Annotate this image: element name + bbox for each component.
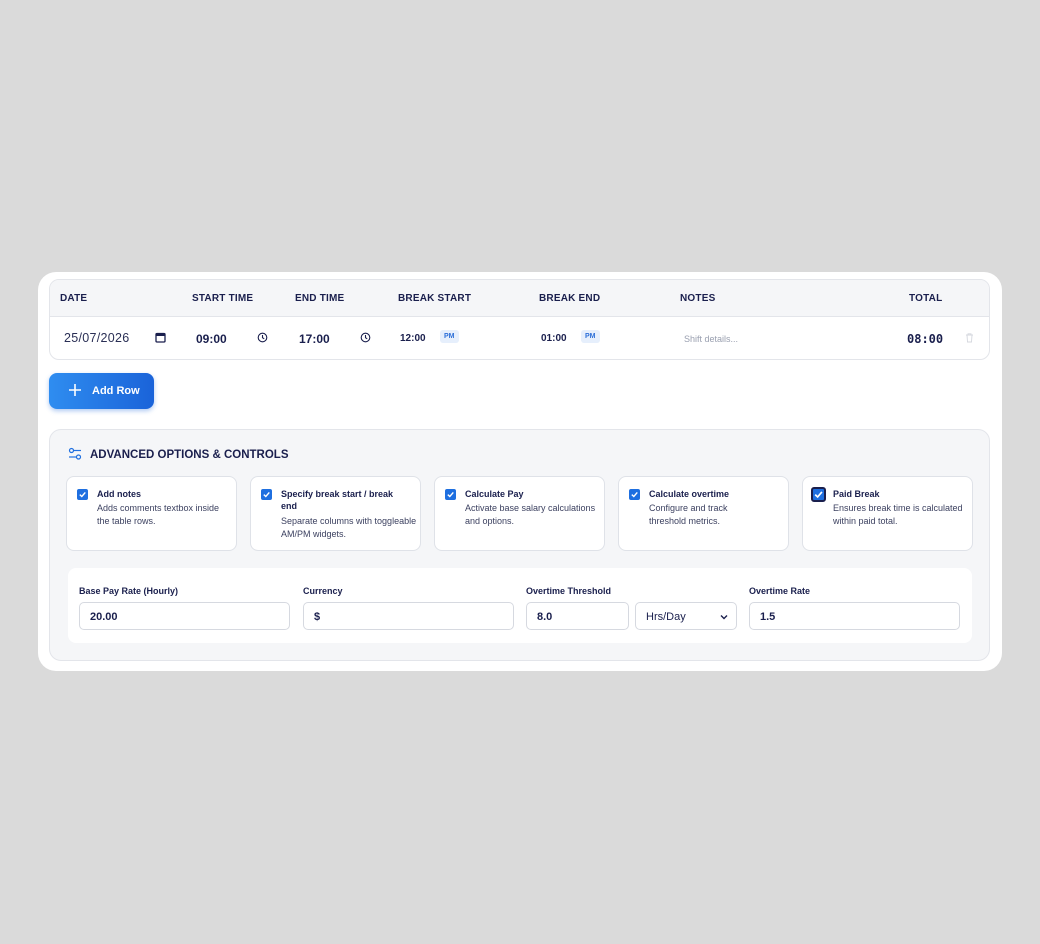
clock-icon[interactable] (360, 332, 371, 343)
specify-break-checkbox[interactable] (261, 489, 272, 500)
break-end-input[interactable]: 01:00 (541, 333, 567, 344)
option-title: Specify break start / break end (281, 489, 394, 511)
base-pay-input[interactable]: 20.00 (79, 602, 290, 630)
option-add-notes[interactable]: Add notes Adds comments textbox inside t… (66, 476, 237, 551)
option-description: Configure and track threshold metrics. (649, 503, 728, 526)
calculate-pay-checkbox[interactable] (445, 489, 456, 500)
option-description: Adds comments textbox inside the table r… (97, 503, 220, 526)
break-start-input[interactable]: 12:00 (400, 333, 426, 344)
start-time-input[interactable]: 09:00 (196, 332, 227, 346)
advanced-options-panel: ADVANCED OPTIONS & CONTROLS Add notes Ad… (49, 429, 990, 661)
pay-rates-section: Base Pay Rate (Hourly) 20.00 Currency $ … (68, 568, 972, 643)
header-end-time: END TIME (295, 293, 345, 304)
check-icon (631, 491, 638, 498)
base-pay-label: Base Pay Rate (Hourly) (79, 586, 179, 596)
sliders-icon (68, 447, 82, 460)
overtime-threshold-value: 8.0 (537, 611, 553, 623)
currency-value: $ (314, 611, 321, 623)
overtime-threshold-label: Overtime Threshold (526, 586, 612, 596)
check-icon (814, 491, 823, 499)
row-total: 08:00 (907, 332, 944, 346)
advanced-options-title: ADVANCED OPTIONS & CONTROLS (90, 449, 289, 461)
overtime-rate-label: Overtime Rate (749, 586, 811, 596)
chevron-down-icon (720, 615, 728, 620)
end-time-input[interactable]: 17:00 (299, 332, 330, 346)
check-icon (447, 491, 454, 498)
overtime-unit-value: Hrs/Day (646, 611, 686, 623)
option-description: Separate columns with toggleable AM/PM w… (281, 516, 417, 539)
check-icon (263, 491, 270, 498)
header-notes: NOTES (680, 293, 716, 304)
option-paid-break[interactable]: Paid Break Ensures break time is calcula… (802, 476, 973, 551)
overtime-threshold-input[interactable]: 8.0 (526, 602, 629, 630)
option-title: Add notes (97, 489, 141, 499)
option-description: Activate base salary calculations and op… (465, 503, 596, 526)
notes-input[interactable]: Shift details... (684, 334, 738, 344)
option-calculate-pay[interactable]: Calculate Pay Activate base salary calcu… (434, 476, 605, 551)
currency-input[interactable]: $ (303, 602, 514, 630)
option-calculate-overtime[interactable]: Calculate overtime Configure and track t… (618, 476, 789, 551)
base-pay-value: 20.00 (90, 611, 118, 623)
overtime-rate-input[interactable]: 1.5 (749, 602, 960, 630)
clock-icon[interactable] (257, 332, 268, 343)
option-description: Ensures break time is calculated within … (833, 503, 963, 526)
date-input[interactable]: 25/07/2026 (64, 331, 130, 345)
currency-label: Currency (303, 586, 343, 596)
timesheet-table: DATE START TIME END TIME BREAK START BRE… (49, 279, 990, 360)
calculate-overtime-checkbox[interactable] (629, 489, 640, 500)
check-icon (79, 491, 86, 498)
timesheet-card: DATE START TIME END TIME BREAK START BRE… (38, 272, 1002, 671)
overtime-unit-select[interactable]: Hrs/Day (635, 602, 737, 630)
option-title: Calculate Pay (465, 489, 524, 499)
add-row-button[interactable]: Add Row (49, 373, 154, 409)
paid-break-checkbox[interactable] (811, 487, 826, 502)
table-row: 25/07/2026 09:00 17:00 12:00 PM 01:00 PM… (50, 317, 989, 359)
plus-icon (69, 384, 81, 396)
option-title: Calculate overtime (649, 489, 730, 499)
add-row-label: Add Row (92, 385, 140, 397)
trash-icon[interactable] (964, 332, 975, 343)
header-total: TOTAL (909, 293, 943, 304)
header-break-start: BREAK START (398, 293, 472, 304)
option-specify-break[interactable]: Specify break start / break end Separate… (250, 476, 421, 551)
break-end-ampm-toggle[interactable]: PM (581, 330, 600, 343)
add-notes-checkbox[interactable] (77, 489, 88, 500)
table-header: DATE START TIME END TIME BREAK START BRE… (50, 280, 989, 317)
calendar-icon[interactable] (155, 332, 166, 343)
header-break-end: BREAK END (539, 293, 601, 304)
header-start-time: START TIME (192, 293, 254, 304)
option-title: Paid Break (833, 489, 880, 499)
break-start-ampm-toggle[interactable]: PM (440, 330, 459, 343)
header-date: DATE (60, 293, 88, 304)
overtime-rate-value: 1.5 (760, 611, 776, 623)
